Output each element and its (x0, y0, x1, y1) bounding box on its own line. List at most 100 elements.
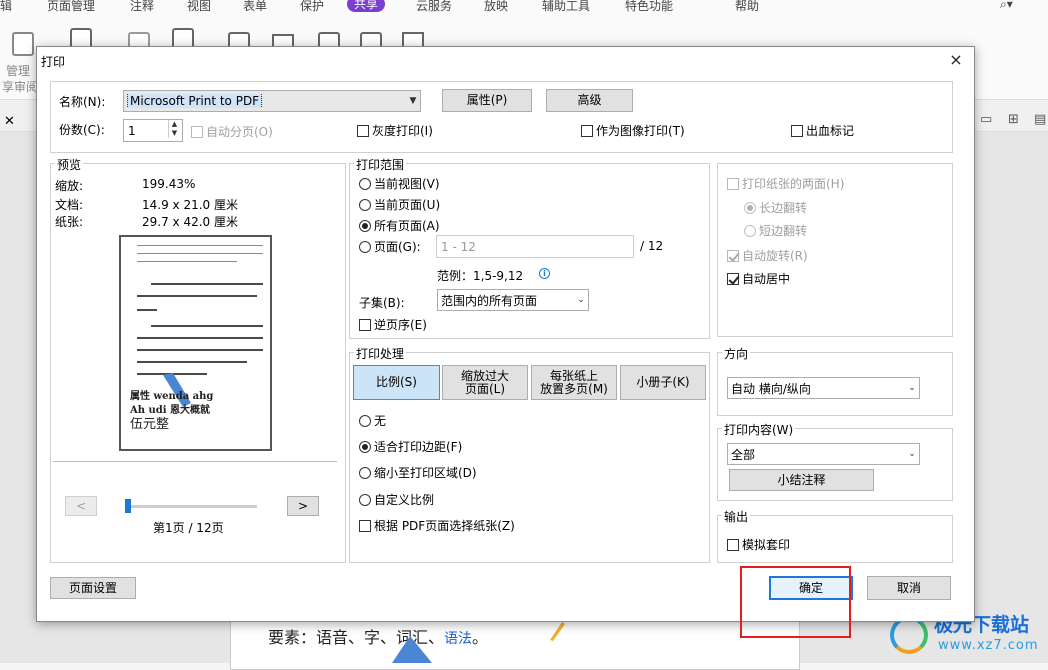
tab-booklet[interactable]: 小册子(K) (620, 365, 706, 400)
tab-fit-oversized[interactable]: 缩放过大 页面(L) (442, 365, 528, 400)
reverse-order-label: 逆页序(E) (374, 318, 427, 332)
orientation-title: 方向 (722, 345, 751, 362)
long-edge-radio[interactable]: 长边翻转 (744, 199, 807, 216)
print-content-title: 打印内容(W) (722, 421, 796, 438)
search-icon[interactable]: ⌕▾ (1000, 0, 1013, 12)
menu-item-protect[interactable]: 保护 (300, 0, 324, 14)
cancel-button[interactable]: 取消 (867, 576, 951, 600)
print-handling-title: 打印处理 (354, 345, 407, 362)
chevron-down-icon: ▼ (409, 96, 417, 106)
preview-sample-line-3: 伍元整 (130, 417, 170, 432)
copies-stepper[interactable]: ▲ ▼ (168, 120, 180, 138)
range-current-view-label: 当前视图(V) (374, 177, 440, 191)
print-content-value: 全部 (731, 447, 756, 462)
next-page-button[interactable]: > (287, 496, 319, 516)
print-content-select[interactable]: 全部 ⌄ (727, 443, 920, 465)
orientation-value: 自动 横向/纵向 (731, 381, 811, 396)
long-edge-label: 长边翻转 (759, 201, 808, 215)
range-pages-radio[interactable]: 页面(G): (359, 238, 421, 255)
tab-multiple-pages[interactable]: 每张纸上 放置多页(M) (531, 365, 617, 400)
short-edge-radio[interactable]: 短边翻转 (744, 222, 807, 239)
highlight-box (740, 566, 851, 638)
short-edge-label: 短边翻转 (759, 224, 808, 238)
collate-label: 自动分页(O) (206, 125, 273, 139)
auto-rotate-checkbox[interactable]: 自动旋转(R) (727, 247, 808, 264)
subset-select[interactable]: 范围内的所有页面 ⌄ (437, 289, 589, 311)
choose-paper-label: 根据 PDF页面选择纸张(Z) (374, 519, 515, 533)
grid-icon[interactable]: ⊞ (1008, 112, 1019, 127)
menu-item-view[interactable]: 视图 (187, 0, 211, 14)
range-current-view-radio[interactable]: 当前视图(V) (359, 175, 440, 192)
chevron-down-icon: ⌄ (577, 295, 585, 305)
auto-rotate-label: 自动旋转(R) (742, 249, 808, 263)
menu-item-cloud[interactable]: 云服务 (416, 0, 452, 14)
shrink-radio[interactable]: 缩小至打印区域(D) (359, 464, 477, 481)
menu-item-features[interactable]: 特色功能 (625, 0, 673, 14)
printer-select[interactable]: Microsoft Print to PDF ▼ (123, 90, 421, 112)
page-setup-button[interactable]: 页面设置 (50, 577, 136, 599)
zoom-value: 199.43% (142, 177, 196, 191)
printer-name-value: Microsoft Print to PDF (127, 94, 263, 108)
grayscale-checkbox[interactable]: 灰度打印(I) (357, 122, 433, 139)
paper-size-label: 纸张: (55, 215, 84, 229)
summary-annotations-button[interactable]: 小结注释 (729, 469, 874, 491)
menu-item-tools[interactable]: 辅助工具 (542, 0, 590, 14)
bleed-marks-checkbox[interactable]: 出血标记 (791, 122, 854, 139)
paper-size-value: 29.7 x 42.0 厘米 (142, 215, 238, 229)
page-range-input[interactable]: 1 - 12 (436, 235, 634, 258)
manage-share-icon[interactable] (12, 32, 34, 56)
menu-item-help[interactable]: 帮助 (735, 0, 759, 14)
info-icon[interactable]: i (539, 268, 550, 279)
pencil-shape (550, 622, 565, 641)
menu-item-share[interactable]: 共享 (347, 0, 386, 12)
tab-fit-oversized-label: 缩放过大 页面(L) (460, 368, 509, 396)
print-as-image-checkbox[interactable]: 作为图像打印(T) (581, 122, 685, 139)
print-range-title: 打印范围 (354, 156, 407, 173)
duplex-checkbox[interactable]: 打印纸张的两面(H) (727, 175, 844, 192)
page-range-placeholder: 1 - 12 (441, 239, 476, 254)
choose-paper-checkbox[interactable]: 根据 PDF页面选择纸张(Z) (359, 517, 515, 534)
menu-item-edit[interactable]: 辑 (0, 0, 12, 14)
simulate-overprint-checkbox[interactable]: 模拟套印 (727, 536, 790, 553)
advanced-button[interactable]: 高级 (546, 89, 633, 112)
reverse-order-checkbox[interactable]: 逆页序(E) (359, 316, 427, 333)
watermark-url: www.xz7.com (938, 638, 1039, 653)
doc-text-part-1: 要素：语音、字 (268, 628, 381, 647)
page-indicator: 第1页 / 12页 (153, 521, 224, 535)
ribbon-label-manage: 管理 (6, 64, 31, 78)
scale-none-radio[interactable]: 无 (359, 412, 386, 429)
menu-item-page-manage[interactable]: 页面管理 (47, 0, 95, 14)
close-tab-icon[interactable]: ✕ (4, 114, 15, 129)
close-icon[interactable]: × (944, 49, 968, 71)
layout-icon[interactable]: ▭ (980, 112, 992, 127)
list-icon[interactable]: ▤ (1034, 112, 1046, 127)
simulate-overprint-label: 模拟套印 (742, 538, 791, 552)
custom-scale-label: 自定义比例 (374, 493, 435, 507)
tab-scale[interactable]: 比例(S) (353, 365, 440, 400)
bleed-marks-label: 出血标记 (806, 124, 855, 138)
custom-scale-radio[interactable]: 自定义比例 (359, 491, 434, 508)
collate-checkbox[interactable]: 自动分页(O) (191, 123, 273, 140)
range-current-page-radio[interactable]: 当前页面(U) (359, 196, 440, 213)
doc-size-value: 14.9 x 21.0 厘米 (142, 198, 238, 212)
page-slider-track[interactable] (125, 505, 257, 508)
chevron-down-icon: ⌄ (908, 449, 916, 459)
range-all-pages-radio[interactable]: 所有页面(A) (359, 217, 440, 234)
shrink-label: 缩小至打印区域(D) (374, 466, 477, 480)
menu-item-annotate[interactable]: 注释 (130, 0, 154, 14)
auto-center-checkbox[interactable]: 自动居中 (727, 270, 790, 287)
output-title: 输出 (722, 508, 751, 525)
properties-button[interactable]: 属性(P) (442, 89, 532, 112)
fit-margins-radio[interactable]: 适合打印边距(F) (359, 438, 462, 455)
doc-text-part-end: 。 (472, 628, 489, 647)
tab-scale-label: 比例(S) (376, 375, 417, 389)
orientation-select[interactable]: 自动 横向/纵向 ⌄ (727, 377, 920, 399)
doc-text-link: 语法 (444, 631, 473, 647)
prev-page-button[interactable]: < (65, 496, 97, 516)
subset-label: 子集(B): (359, 296, 405, 310)
menu-item-form[interactable]: 表单 (243, 0, 267, 14)
subset-value: 范围内的所有页面 (441, 293, 538, 308)
menu-item-present[interactable]: 放映 (484, 0, 508, 14)
menu-bar: 辑 页面管理 注释 视图 表单 保护 共享 云服务 放映 辅助工具 特色功能 帮… (0, 0, 1048, 14)
page-slider-thumb[interactable] (125, 499, 131, 513)
